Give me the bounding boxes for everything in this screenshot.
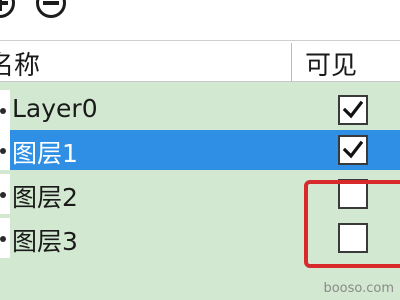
column-header-name[interactable]: 名称 bbox=[0, 45, 40, 82]
checkmark-icon bbox=[342, 140, 364, 159]
remove-layer-icon[interactable] bbox=[36, 0, 66, 18]
tree-bullet-icon bbox=[0, 148, 6, 154]
tree-bullet-icon bbox=[0, 192, 6, 198]
visibility-checkbox[interactable] bbox=[338, 135, 368, 165]
checkmark-icon bbox=[342, 100, 364, 119]
layer-table-header: 名称 可见 bbox=[0, 40, 400, 82]
layer-name: 图层3 bbox=[12, 227, 78, 256]
column-divider[interactable] bbox=[291, 43, 292, 81]
watermark: booso.com bbox=[323, 281, 394, 296]
layer-name: 图层1 bbox=[12, 139, 78, 168]
layer-name: 图层2 bbox=[12, 183, 78, 212]
layer-row[interactable]: Layer0 bbox=[0, 90, 400, 130]
tree-bullet-icon bbox=[0, 236, 6, 242]
column-header-visible[interactable]: 可见 bbox=[305, 45, 357, 82]
annotation-highlight-box bbox=[304, 180, 400, 268]
layer-name: Layer0 bbox=[12, 94, 98, 123]
layer-row-selected[interactable]: 图层1 bbox=[0, 130, 400, 170]
toolbar bbox=[0, 0, 400, 40]
tree-bullet-icon bbox=[0, 108, 6, 114]
visibility-checkbox[interactable] bbox=[338, 95, 368, 125]
add-layer-icon[interactable] bbox=[0, 0, 15, 18]
